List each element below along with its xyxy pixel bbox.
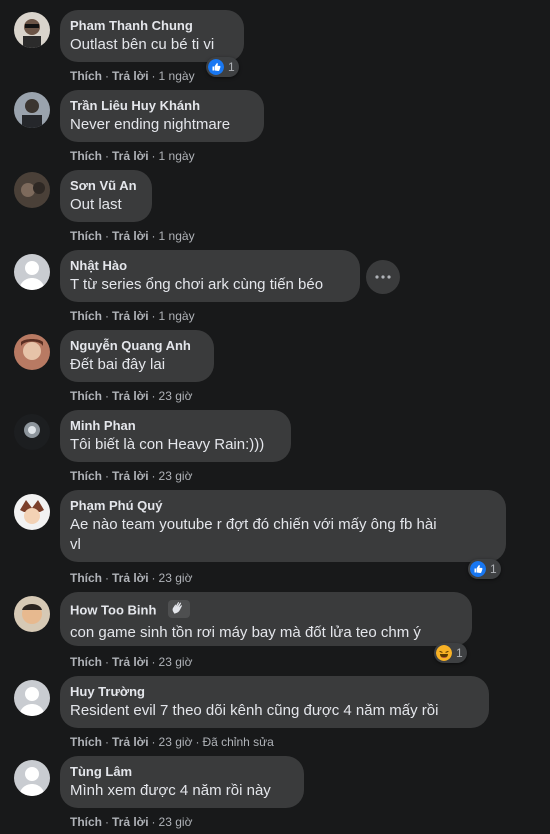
edited-label: Đã chỉnh sửa — [202, 735, 274, 749]
comment-bubble: Pham Thanh Chung Outlast bên cu bé ti vi — [60, 10, 244, 62]
comment-actions: Thích · Trả lời · 1 ngày — [70, 309, 195, 323]
reply-link[interactable]: Trả lời — [112, 735, 149, 749]
like-link[interactable]: Thích — [70, 735, 102, 749]
comment-actions: Thích · Trả lời · 23 giờ — [70, 469, 193, 483]
comment-author[interactable]: Minh Phan — [70, 418, 279, 434]
comment-author[interactable]: Sơn Vũ An — [70, 178, 140, 194]
comment-text: Outlast bên cu bé ti vi — [70, 36, 215, 53]
comment-bubble: Minh Phan Tôi biết là con Heavy Rain:))) — [60, 410, 291, 462]
comment-text: Tôi biết là con Heavy Rain:))) — [70, 436, 265, 453]
comment-bubble: Phạm Phú Quý Ae nào team youtube r đợt đ… — [60, 490, 506, 562]
comment-time[interactable]: 23 giờ — [159, 571, 193, 585]
waving-hand-badge-icon[interactable] — [168, 600, 191, 622]
comment-text: T từ series ổng chơi ark cùng tiến béo — [70, 276, 324, 293]
comment-bubble: Nhật Hào T từ series ổng chơi ark cùng t… — [60, 250, 360, 302]
comment-text: Resident evil 7 theo dõi kênh cũng được … — [70, 702, 439, 719]
comment-author[interactable]: Huy Trường — [70, 684, 477, 700]
comment-author-name[interactable]: How Too Binh — [70, 602, 156, 617]
like-icon — [208, 59, 224, 75]
reaction-count[interactable]: 1 — [434, 643, 467, 663]
like-link[interactable]: Thích — [70, 389, 102, 403]
reply-link[interactable]: Trả lời — [112, 571, 149, 585]
comment-bubble: Huy Trường Resident evil 7 theo dõi kênh… — [60, 676, 489, 728]
comment-text-line: Ae nào team youtube r đợt đó chiến với m… — [70, 516, 437, 533]
comment-author[interactable]: Nguyễn Quang Anh — [70, 338, 202, 354]
comment-time[interactable]: 23 giờ — [159, 735, 193, 749]
like-link[interactable]: Thích — [70, 149, 102, 163]
reply-link[interactable]: Trả lời — [112, 229, 149, 243]
comment-text: Ae nào team youtube r đợt đó chiến với m… — [70, 515, 494, 555]
comment-author[interactable]: Trần Liêu Huy Khánh — [70, 98, 252, 114]
reaction-count-text: 1 — [456, 646, 463, 660]
comment-time[interactable]: 1 ngày — [159, 229, 195, 243]
avatar[interactable] — [14, 12, 50, 48]
comment-time[interactable]: 23 giờ — [159, 655, 193, 669]
avatar[interactable] — [14, 760, 50, 796]
comment-author[interactable]: Tùng Lâm — [70, 764, 292, 780]
haha-icon — [436, 645, 452, 661]
reply-link[interactable]: Trả lời — [112, 389, 149, 403]
like-link[interactable]: Thích — [70, 571, 102, 585]
more-horizontal-icon[interactable] — [366, 260, 400, 294]
comment-time[interactable]: 23 giờ — [159, 469, 193, 483]
comment-actions: Thích · Trả lời · 1 ngày — [70, 229, 195, 243]
comment-actions: Thích · Trả lời · 1 ngày — [70, 69, 195, 83]
like-link[interactable]: Thích — [70, 229, 102, 243]
avatar[interactable] — [14, 172, 50, 208]
comment-text: Mình xem được 4 năm rồi này — [70, 782, 271, 799]
like-link[interactable]: Thích — [70, 309, 102, 323]
avatar[interactable] — [14, 680, 50, 716]
like-link[interactable]: Thích — [70, 655, 102, 669]
reaction-count[interactable]: 1 — [206, 57, 239, 77]
comment-text: Never ending nightmare — [70, 116, 231, 133]
comment-time[interactable]: 1 ngày — [159, 309, 195, 323]
comment-actions: Thích · Trả lời · 23 giờ — [70, 655, 193, 669]
avatar[interactable] — [14, 254, 50, 290]
reply-link[interactable]: Trả lời — [112, 469, 149, 483]
avatar[interactable] — [14, 334, 50, 370]
comment-text: Out last — [70, 196, 122, 213]
reaction-count-text: 1 — [490, 562, 497, 576]
reply-link[interactable]: Trả lời — [112, 309, 149, 323]
reply-link[interactable]: Trả lời — [112, 69, 149, 83]
comment-time[interactable]: 23 giờ — [159, 815, 193, 829]
comment-text: con game sinh tồn rơi máy bay mà đốt lửa… — [70, 624, 421, 641]
comment-author[interactable]: Pham Thanh Chung — [70, 18, 232, 34]
like-link[interactable]: Thích — [70, 69, 102, 83]
comment-text-line: vl — [70, 536, 81, 553]
reply-link[interactable]: Trả lời — [112, 655, 149, 669]
comment-bubble: Nguyễn Quang Anh Đết bai đây lai — [60, 330, 214, 382]
comment-actions: Thích · Trả lời · 23 giờ — [70, 571, 193, 585]
comment-actions: Thích · Trả lời · 23 giờ — [70, 815, 193, 829]
comment-actions: Thích · Trả lời · 1 ngày — [70, 149, 195, 163]
comment-bubble: Sơn Vũ An Out last — [60, 170, 152, 222]
avatar[interactable] — [14, 414, 50, 450]
comment-bubble: Tùng Lâm Mình xem được 4 năm rồi này — [60, 756, 304, 808]
comment-actions: Thích · Trả lời · 23 giờ — [70, 389, 193, 403]
like-icon — [470, 561, 486, 577]
reaction-count[interactable]: 1 — [468, 559, 501, 579]
reaction-count-text: 1 — [228, 60, 235, 74]
comment-bubble: Trần Liêu Huy Khánh Never ending nightma… — [60, 90, 264, 142]
reply-link[interactable]: Trả lời — [112, 815, 149, 829]
comment-time[interactable]: 1 ngày — [159, 69, 195, 83]
comment-time[interactable]: 1 ngày — [159, 149, 195, 163]
avatar[interactable] — [14, 596, 50, 632]
comment-author: How Too Binh — [70, 600, 460, 622]
reply-link[interactable]: Trả lời — [112, 149, 149, 163]
like-link[interactable]: Thích — [70, 469, 102, 483]
comment-time[interactable]: 23 giờ — [159, 389, 193, 403]
comment-author[interactable]: Phạm Phú Quý — [70, 498, 494, 514]
avatar[interactable] — [14, 92, 50, 128]
comment-text: Đết bai đây lai — [70, 356, 166, 373]
comment-author[interactable]: Nhật Hào — [70, 258, 348, 274]
comment-bubble: How Too Binh con game sinh tồn rơi máy b… — [60, 592, 472, 646]
avatar[interactable] — [14, 494, 50, 530]
like-link[interactable]: Thích — [70, 815, 102, 829]
comment-actions: Thích · Trả lời · 23 giờ · Đã chỉnh sửa — [70, 735, 274, 749]
